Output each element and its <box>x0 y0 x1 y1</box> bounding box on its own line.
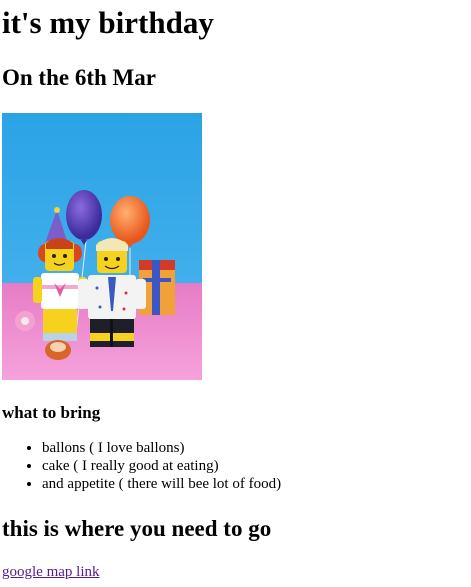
location-heading: this is where you need to go <box>2 516 272 541</box>
bring-heading: what to bring <box>2 403 101 422</box>
list-item: and appetite ( there will bee lot of foo… <box>42 475 469 493</box>
list-item: cake ( I really good at eating) <box>42 457 469 475</box>
date-heading: On the 6th Mar <box>2 65 156 90</box>
bring-list: ballons ( I love ballons) cake ( I reall… <box>2 439 469 493</box>
birthday-photo <box>2 113 202 380</box>
page-title: it's my birthday <box>2 5 214 40</box>
google-map-link[interactable]: google map link <box>2 564 100 581</box>
page: it's my birthday On the 6th Mar what to … <box>0 5 471 587</box>
list-item: ballons ( I love ballons) <box>42 439 469 457</box>
